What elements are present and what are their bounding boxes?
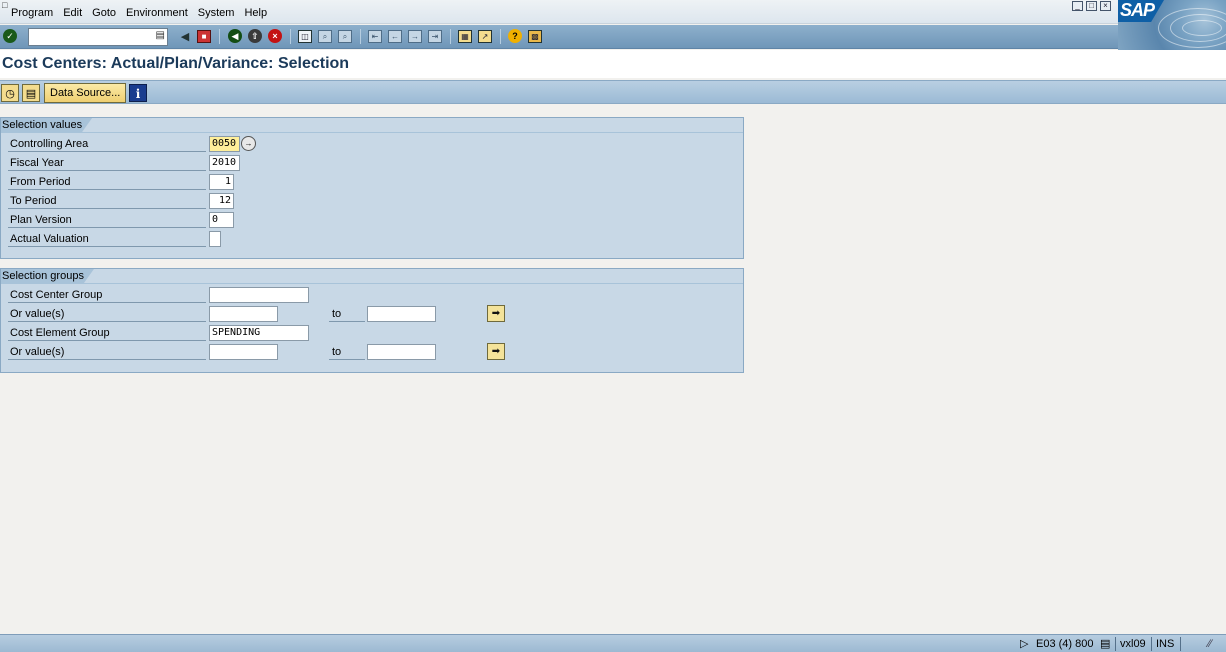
cost-element-multiple-selection-button[interactable]: ➡ (487, 343, 505, 360)
title-bar: Cost Centers: Actual/Plan/Variance: Sele… (0, 50, 1226, 78)
print-icon[interactable]: ◫ (297, 28, 313, 44)
cost-element-to-label: to (332, 346, 342, 358)
menu-item-goto[interactable]: Goto (92, 7, 116, 19)
actual-valuation-label: Actual Valuation (10, 233, 89, 245)
menu-item-edit[interactable]: Edit (63, 7, 82, 19)
cost-element-group-input[interactable]: SPENDING (209, 325, 309, 341)
sap-logo-badge: SAP (1118, 0, 1164, 22)
status-server: vxl09 (1120, 638, 1146, 650)
execute-icon[interactable]: ◷ (1, 84, 19, 102)
find-next-icon[interactable]: ⌕ (337, 28, 353, 44)
command-field-toggle-icon[interactable]: ◀ (177, 28, 193, 44)
first-page-icon[interactable]: ⇤ (367, 28, 383, 44)
page-title: Cost Centers: Actual/Plan/Variance: Sele… (2, 55, 350, 72)
last-page-icon[interactable]: ⇥ (427, 28, 443, 44)
cost-element-to-input[interactable] (367, 344, 436, 360)
cost-center-values-label: Or value(s) (10, 308, 65, 320)
menu-bar: □ Program Edit Goto Environment System H… (0, 0, 1226, 24)
to-period-label: To Period (10, 195, 57, 207)
fiscal-year-input[interactable]: 2010 (209, 155, 240, 171)
customize-layout-icon[interactable]: ▩ (527, 28, 543, 44)
fiscal-year-label: Fiscal Year (10, 157, 64, 169)
maximize-icon[interactable]: □ (1086, 1, 1097, 11)
cost-center-from-input[interactable] (209, 306, 278, 322)
cost-center-to-input[interactable] (367, 306, 436, 322)
cancel-icon[interactable]: × (267, 28, 283, 44)
selection-values-title: Selection values (1, 118, 92, 132)
standard-toolbar: ✓ ▤ ◀ ■ ◀ ⇧ × ◫ ⌕ ⌕ ⇤ ← → ⇥ ▦ ↗ ? ▩ (0, 25, 1118, 49)
status-expand-icon[interactable]: ▷ (1020, 637, 1028, 651)
exit-icon[interactable]: ⇧ (247, 28, 263, 44)
menu-item-system[interactable]: System (198, 7, 235, 19)
cost-element-values-label: Or value(s) (10, 346, 65, 358)
search-help-icon[interactable]: → (241, 136, 256, 151)
plan-version-label: Plan Version (10, 214, 72, 226)
data-source-button[interactable]: Data Source... (44, 83, 127, 103)
save-icon[interactable]: ■ (196, 28, 212, 44)
selection-groups-group: Selection groups Cost Center Group Or va… (0, 268, 744, 373)
help-icon[interactable]: ? (507, 28, 523, 44)
status-system: E03 (4) 800 (1036, 638, 1094, 650)
menu-item-help[interactable]: Help (244, 7, 267, 19)
minimize-icon[interactable]: _ (1072, 1, 1083, 11)
status-bar: ▷ E03 (4) 800 ▤ vxl09 INS ∕∕ (0, 634, 1226, 652)
actual-valuation-input[interactable] (209, 231, 221, 247)
cost-center-multiple-selection-button[interactable]: ➡ (487, 305, 505, 322)
command-history-icon[interactable]: ▤ (156, 30, 165, 41)
close-icon[interactable]: × (1100, 1, 1111, 11)
menu-item-environment[interactable]: Environment (126, 7, 188, 19)
back-icon[interactable]: ◀ (227, 28, 243, 44)
info-icon[interactable]: i (129, 84, 147, 102)
next-page-icon[interactable]: → (407, 28, 423, 44)
cost-center-group-label: Cost Center Group (10, 289, 103, 301)
from-period-label: From Period (10, 176, 71, 188)
sap-logo-text: SAP (1120, 0, 1155, 20)
new-session-icon[interactable]: ▦ (457, 28, 473, 44)
status-info-icon[interactable]: ▤ (1100, 637, 1110, 651)
variant-icon[interactable]: ▤ (22, 84, 40, 102)
plan-version-input[interactable]: 0 (209, 212, 234, 228)
find-icon[interactable]: ⌕ (317, 28, 333, 44)
resize-grip-icon[interactable]: ∕∕ (1208, 637, 1212, 651)
selection-values-group: Selection values Controlling Area 0050 →… (0, 117, 744, 259)
menu: Program Edit Goto Environment System Hel… (0, 7, 267, 19)
cost-center-to-label: to (332, 308, 342, 320)
selection-groups-title: Selection groups (1, 269, 94, 283)
from-period-input[interactable]: 1 (209, 174, 234, 190)
command-field[interactable]: ▤ (28, 28, 168, 46)
sap-logo: SAP (1118, 0, 1226, 50)
application-toolbar: ◷ ▤ Data Source... i (0, 80, 1226, 104)
status-mode: INS (1156, 638, 1175, 650)
enter-icon[interactable]: ✓ (2, 28, 18, 44)
cost-element-from-input[interactable] (209, 344, 278, 360)
controlling-area-input[interactable]: 0050 (209, 136, 240, 152)
to-period-input[interactable]: 12 (209, 193, 234, 209)
controlling-area-label: Controlling Area (10, 138, 89, 150)
menu-item-program[interactable]: Program (11, 7, 53, 19)
previous-page-icon[interactable]: ← (387, 28, 403, 44)
cost-element-group-label: Cost Element Group (10, 327, 110, 339)
shortcut-icon[interactable]: ↗ (477, 28, 493, 44)
window-controls: _ □ × (1072, 1, 1111, 11)
cost-center-group-input[interactable] (209, 287, 309, 303)
